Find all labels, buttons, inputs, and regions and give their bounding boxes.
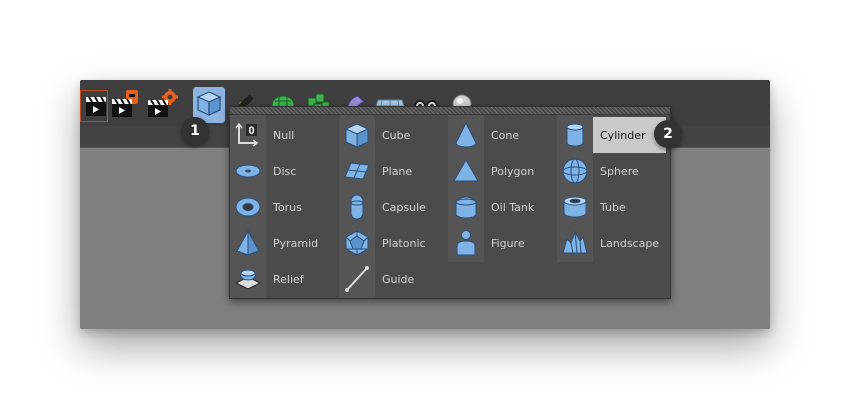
menu-item-polygon[interactable]: Polygon	[448, 153, 557, 189]
guide-icon	[339, 261, 375, 297]
menu-item-guide[interactable]: Guide	[339, 261, 448, 297]
menu-item-sphere[interactable]: Sphere	[557, 153, 666, 189]
menu-item-cone[interactable]: Cone	[448, 117, 557, 153]
relief-icon	[230, 261, 266, 297]
polygon-icon	[448, 153, 484, 189]
figure-icon	[448, 225, 484, 261]
render-picture-viewer-button[interactable]	[110, 88, 142, 120]
menu-item-plane[interactable]: Plane	[339, 153, 448, 189]
landscape-icon	[557, 225, 593, 261]
svg-text:0: 0	[248, 125, 254, 137]
oil-tank-icon	[448, 189, 484, 225]
tube-icon	[557, 189, 593, 225]
menu-item-capsule[interactable]: Capsule	[339, 189, 448, 225]
callout-badge-1: 1	[181, 117, 209, 145]
menu-item-oil-tank[interactable]: Oil Tank	[448, 189, 557, 225]
menu-item-platonic[interactable]: Platonic	[339, 225, 448, 261]
menu-item-pyramid[interactable]: Pyramid	[230, 225, 339, 261]
render-settings-button[interactable]	[146, 88, 178, 120]
menu-item-figure[interactable]: Figure	[448, 225, 557, 261]
menu-item-tube[interactable]: Tube	[557, 189, 666, 225]
torus-icon	[230, 189, 266, 225]
platonic-icon	[339, 225, 375, 261]
tear-off-handle[interactable]	[230, 107, 670, 115]
primitive-object-menu: 0 Null Disc Torus Pyramid Relief Cube Pl…	[229, 106, 671, 299]
menu-item-disc[interactable]: Disc	[230, 153, 339, 189]
null-icon: 0	[230, 117, 266, 153]
cube-icon	[196, 91, 222, 116]
cube-icon	[339, 117, 375, 153]
clapperboard-orange-icon	[112, 90, 138, 117]
capsule-icon	[339, 189, 375, 225]
sphere-icon	[557, 153, 593, 189]
clapperboard-gear-icon	[148, 89, 178, 117]
menu-item-null[interactable]: 0 Null	[230, 117, 339, 153]
menu-item-landscape[interactable]: Landscape	[557, 225, 666, 261]
cylinder-icon	[557, 117, 593, 153]
menu-item-torus[interactable]: Torus	[230, 189, 339, 225]
pyramid-icon	[230, 225, 266, 261]
callout-badge-2: 2	[654, 120, 682, 148]
menu-item-relief[interactable]: Relief	[230, 261, 339, 297]
plane-icon	[339, 153, 375, 189]
menu-item-cylinder[interactable]: Cylinder	[557, 117, 666, 153]
disc-icon	[230, 153, 266, 189]
cone-icon	[448, 117, 484, 153]
menu-item-cube[interactable]: Cube	[339, 117, 448, 153]
